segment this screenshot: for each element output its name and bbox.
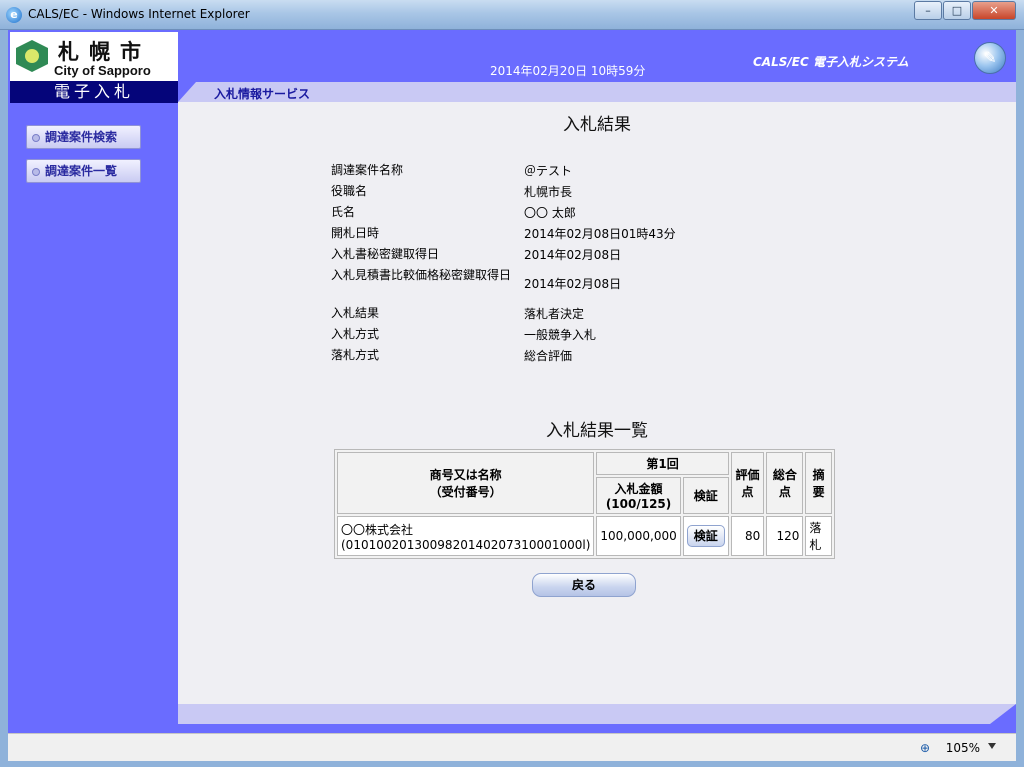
city-name-english: City of Sapporo bbox=[54, 63, 151, 78]
col-header-total: 総合点 bbox=[766, 452, 804, 514]
info-value: 2014年02月08日 bbox=[524, 277, 622, 291]
table-row: 〇〇株式会社 (0101002013009820140207310001000l… bbox=[337, 516, 832, 556]
col-header-name: 商号又は名称 （受付番号） bbox=[337, 452, 595, 514]
main-content: 入札結果 調達案件名称 ＠テスト 役職名 札幌市長 氏名 〇〇 太郎 開札日時 … bbox=[178, 102, 1016, 704]
page: 札幌市 City of Sapporo 電子入札 2014年02月20日 10時… bbox=[8, 30, 1016, 733]
window-frame-bottom bbox=[0, 761, 1024, 767]
info-label: 入札見積書比較価格秘密鍵取得日 bbox=[331, 268, 512, 282]
page-title: 入札結果 bbox=[563, 115, 631, 135]
bidder-name: 〇〇株式会社 bbox=[341, 522, 414, 537]
zoom-icon: ⊕ bbox=[919, 741, 930, 755]
col-header-note: 摘要 bbox=[805, 452, 832, 514]
window-frame-right bbox=[1016, 30, 1024, 767]
info-value: 札幌市長 bbox=[524, 185, 573, 199]
minimize-button[interactable]: – bbox=[914, 1, 942, 20]
verify-cell: 検証 bbox=[682, 516, 729, 556]
window-titlebar: e CALS/EC - Windows Internet Explorer – … bbox=[0, 0, 1024, 30]
info-label: 氏名 bbox=[331, 205, 356, 219]
info-label: 役職名 bbox=[331, 184, 368, 198]
info-label: 入札方式 bbox=[331, 327, 380, 341]
info-value: 落札者決定 bbox=[524, 307, 585, 321]
info-value: 総合評価 bbox=[524, 349, 573, 363]
results-table: 商号又は名称 （受付番号） 第1回 評価点 総合点 摘要 入札金額 (100/1… bbox=[334, 449, 835, 559]
footer-bar bbox=[178, 704, 1016, 724]
info-label: 落札方式 bbox=[331, 348, 380, 362]
ie-icon: e bbox=[6, 7, 22, 23]
zoom-level[interactable]: 105% bbox=[946, 741, 980, 755]
info-value: 一般競争入札 bbox=[524, 328, 597, 342]
window-title: CALS/EC - Windows Internet Explorer bbox=[28, 7, 250, 21]
window-frame-left bbox=[0, 30, 8, 767]
verify-button[interactable]: 検証 bbox=[686, 525, 725, 547]
system-name: CALS/EC 電子入札システム bbox=[753, 55, 909, 69]
info-label: 開札日時 bbox=[331, 226, 380, 240]
info-value: 2014年02月08日01時43分 bbox=[524, 227, 676, 241]
col-header-round: 第1回 bbox=[596, 452, 729, 475]
results-list-title: 入札結果一覧 bbox=[546, 421, 648, 441]
sidebar-item-list[interactable]: 調達案件一覧 bbox=[26, 159, 141, 183]
info-value: ＠テスト bbox=[524, 164, 573, 178]
close-button[interactable]: ✕ bbox=[972, 1, 1016, 20]
sidebar-item-search[interactable]: 調達案件検索 bbox=[26, 125, 141, 149]
col-amount-label: 入札金額 bbox=[614, 482, 663, 496]
info-label: 調達案件名称 bbox=[331, 163, 404, 177]
header-datetime: 2014年02月20日 10時59分 bbox=[490, 64, 646, 78]
note-cell: 落札 bbox=[805, 516, 832, 556]
info-value: 〇〇 太郎 bbox=[524, 206, 576, 220]
col-header-eval: 評価点 bbox=[730, 452, 765, 514]
bidder-cell: 〇〇株式会社 (0101002013009820140207310001000l… bbox=[337, 516, 595, 556]
back-button[interactable]: 戻る bbox=[532, 573, 636, 597]
col-header-verify: 検証 bbox=[682, 477, 729, 514]
city-logo: 札幌市 City of Sapporo bbox=[10, 32, 178, 81]
total-score: 120 bbox=[766, 516, 804, 556]
system-logo-icon: ✎ bbox=[974, 42, 1006, 74]
window-controls: – □ ✕ bbox=[913, 1, 1016, 20]
maximize-button[interactable]: □ bbox=[943, 1, 971, 20]
col-header-amount: 入札金額 (100/125) bbox=[596, 477, 681, 514]
e-bidding-band: 電子入札 bbox=[10, 81, 178, 103]
city-name-kanji: 札幌市 bbox=[58, 39, 151, 64]
eval-score: 80 bbox=[730, 516, 765, 556]
status-bar: ⊕ 105% bbox=[8, 733, 1016, 761]
info-label: 入札書秘密鍵取得日 bbox=[331, 247, 440, 261]
col-amount-sub-label: (100/125) bbox=[605, 497, 672, 511]
bid-amount: 100,000,000 bbox=[596, 516, 681, 556]
service-bar: 入札情報サービス bbox=[178, 82, 1016, 102]
col-name-label: 商号又は名称 bbox=[429, 468, 502, 482]
col-name-sub-label: （受付番号） bbox=[429, 485, 502, 499]
zoom-dropdown-icon[interactable] bbox=[988, 743, 996, 749]
service-label: 入札情報サービス bbox=[214, 87, 311, 101]
bidder-receipt-number: (0101002013009820140207310001000l) bbox=[341, 537, 591, 552]
sapporo-emblem-icon bbox=[16, 40, 48, 72]
info-label: 入札結果 bbox=[331, 306, 380, 320]
info-value: 2014年02月08日 bbox=[524, 248, 622, 262]
